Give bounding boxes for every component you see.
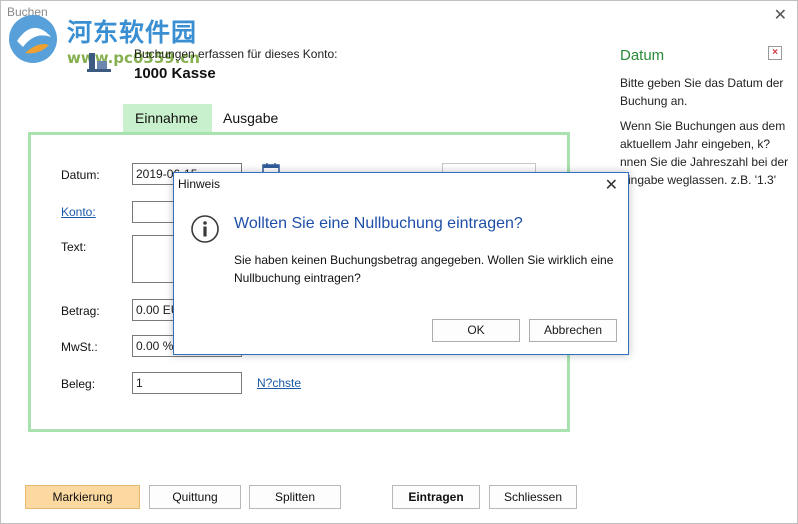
abbrechen-button[interactable]: Abbrechen <box>529 319 617 342</box>
schliessen-button[interactable]: Schliessen <box>489 485 577 509</box>
konto-link[interactable]: Konto: <box>61 205 96 219</box>
beleg-label: Beleg: <box>61 377 96 391</box>
ok-button[interactable]: OK <box>432 319 520 342</box>
dialog-close-icon[interactable]: ✕ <box>605 175 618 195</box>
hinweis-dialog: Hinweis ✕ Wollten Sie eine Nullbuchung e… <box>173 172 629 355</box>
watermark-logo-icon <box>9 15 57 63</box>
eintragen-button[interactable]: Eintragen <box>392 485 480 509</box>
quittung-button[interactable]: Quittung <box>149 485 241 509</box>
datum-label: Datum: <box>61 168 100 182</box>
window-title: Buchen <box>7 5 48 19</box>
watermark-text: 河东软件园 <box>67 18 198 47</box>
tab-einnahme[interactable]: Einnahme <box>123 104 212 132</box>
text-label: Text: <box>61 240 87 254</box>
naechste-link[interactable]: N?chste <box>257 376 301 390</box>
dialog-heading: Wollten Sie eine Nullbuchung eintragen? <box>234 215 523 232</box>
tab-ausgabe[interactable]: Ausgabe <box>211 104 290 132</box>
dialog-message: Sie haben keinen Buchungsbetrag angegebe… <box>234 253 614 285</box>
help-paragraph-1: Bitte geben Sie das Datum der Buchung an… <box>620 76 784 108</box>
account-subtitle: Buchungen erfassen für dieses Konto: <box>134 47 338 61</box>
help-paragraph-2: Wenn Sie Buchungen aus dem aktuellem Jah… <box>620 119 789 187</box>
dialog-title: Hinweis <box>178 177 221 191</box>
betrag-label: Betrag: <box>61 304 100 318</box>
info-icon <box>191 215 219 243</box>
main-window: Buchen ✕ 河东软件园 www.pc0359.cn Buchungen e… <box>0 0 798 524</box>
account-icon <box>87 53 111 72</box>
splitten-button[interactable]: Splitten <box>249 485 341 509</box>
account-name: 1000 Kasse <box>134 65 216 82</box>
help-title: Datum <box>620 47 665 64</box>
window-close-icon[interactable]: ✕ <box>774 5 787 25</box>
help-close-icon[interactable]: × <box>768 46 782 60</box>
markierung-button[interactable]: Markierung <box>25 485 140 509</box>
watermark: 河东软件园 www.pc0359.cn <box>5 11 225 73</box>
beleg-input[interactable]: 1 <box>132 372 242 394</box>
mwst-label: MwSt.: <box>61 340 98 354</box>
